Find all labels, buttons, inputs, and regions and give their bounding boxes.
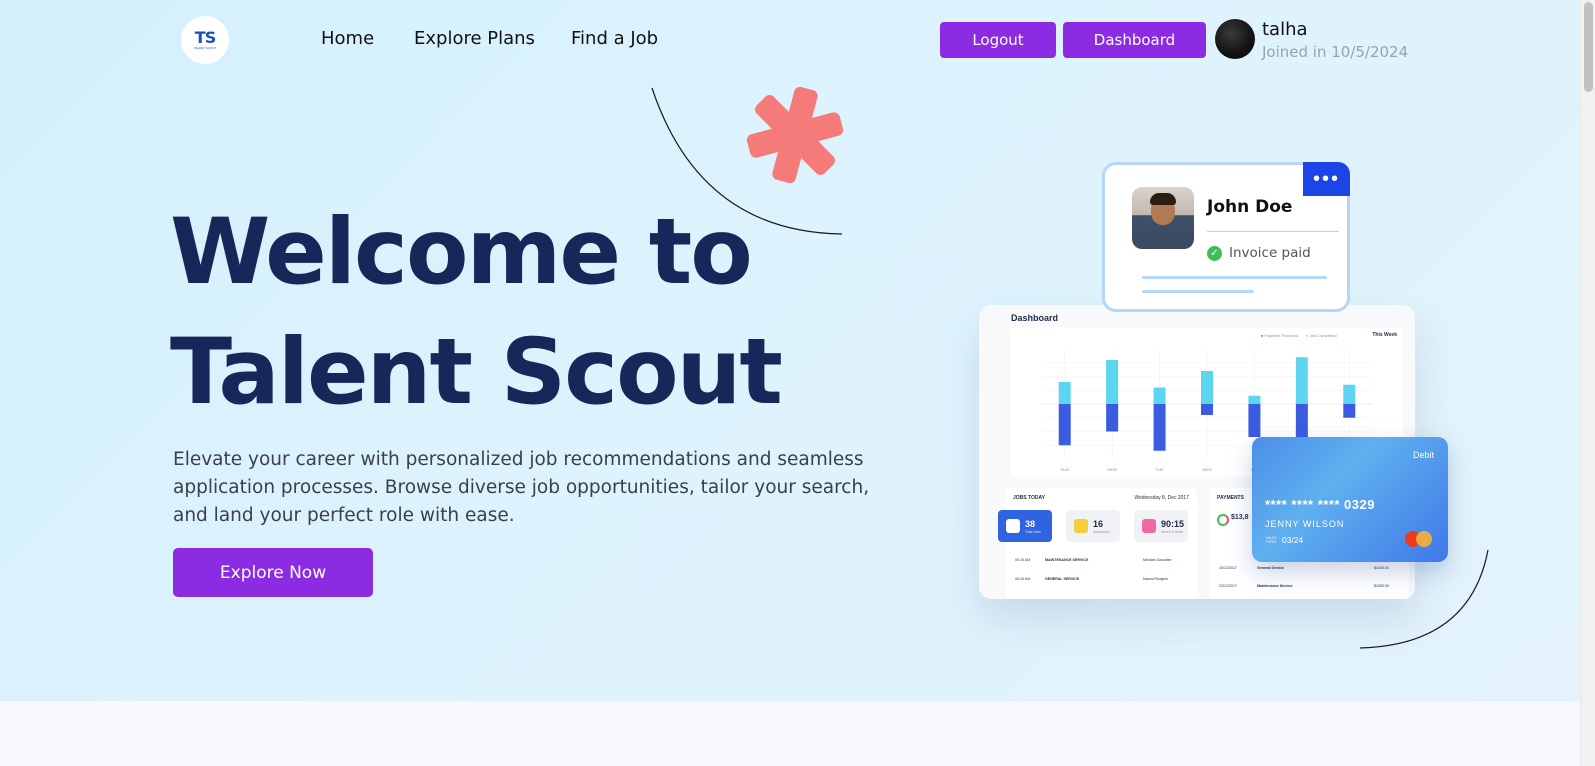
hero-section: TS TALENT SCOUT Home Explore Plans Find … (0, 0, 1580, 701)
user-name: talha (1262, 19, 1308, 40)
calendar-icon (1074, 519, 1088, 533)
profile-card: ••• John Doe ✓ Invoice paid (1102, 162, 1350, 312)
logo-mark: TS (194, 28, 216, 47)
page-title: Welcome to Talent Scout (170, 193, 870, 433)
stat-hours: 90:15 Hours of Work (1134, 510, 1188, 542)
explore-now-button[interactable]: Explore Now (173, 548, 373, 597)
stat-value: 38 (1025, 519, 1036, 529)
site-logo[interactable]: TS TALENT SCOUT (181, 16, 229, 64)
hero-description: Elevate your career with personalized jo… (173, 449, 870, 526)
jobs-today-panel: JOBS TODAY Wednesday 8, Dec 2017 38 Tota… (998, 488, 1197, 599)
check-icon: ✓ (1207, 245, 1222, 261)
nav-find-a-job-link[interactable]: Find a Job (571, 28, 658, 49)
nav-explore-plans-link[interactable]: Explore Plans (414, 28, 535, 49)
payments-heading: PAYMENTS (1217, 495, 1244, 501)
asterisk-shape (746, 86, 844, 184)
stat-scheduled: 16 Scheduled (1066, 510, 1120, 542)
nav-home-link[interactable]: Home (321, 28, 374, 49)
x-tick-label: MON (1107, 467, 1116, 472)
scrollbar[interactable] (1580, 0, 1595, 766)
title-line-2: Talent Scout (170, 320, 783, 425)
bar-job-completed (1201, 404, 1213, 415)
bar-payment-received (1201, 371, 1213, 404)
card-expiry: 03/24 (1282, 535, 1304, 545)
x-tick-label: WED (1202, 467, 1211, 472)
chart-legend: ● Payment Received ● Job Completed (1261, 333, 1337, 338)
stat-value: 16 (1093, 519, 1104, 529)
logout-button[interactable]: Logout (940, 22, 1056, 58)
chart-period: This Week (1372, 332, 1397, 338)
logo-tagline: TALENT SCOUT (193, 46, 217, 50)
invoice-text: Invoice paid (1229, 245, 1311, 261)
title-line-1: Welcome to (170, 200, 753, 305)
x-tick-label: SUN (1060, 467, 1069, 472)
bar-payment-received (1248, 395, 1261, 404)
dashboard-button[interactable]: Dashboard (1063, 22, 1206, 58)
bar-payment-received (1343, 384, 1356, 404)
more-icon: ••• (1303, 162, 1350, 196)
clock-icon (1142, 519, 1156, 533)
placeholder-line (1142, 290, 1254, 293)
card-number: **** **** **** 0329 (1265, 497, 1375, 512)
bar-job-completed (1058, 404, 1071, 446)
bar-payment-received (1058, 382, 1071, 404)
bar-job-completed (1153, 404, 1166, 451)
divider (1207, 231, 1339, 232)
bar-payment-received (1295, 357, 1308, 404)
bar-payment-received (1106, 360, 1119, 404)
card-holder: JENNY WILSON (1265, 519, 1345, 529)
legend-item: ● Payment Received (1261, 333, 1299, 338)
card-valid-label: VALID THRU (1265, 535, 1277, 544)
donut-icon (1217, 514, 1229, 526)
jobs-date: Wednesday 8, Dec 2017 (1134, 495, 1189, 501)
stat-label: Total Jobs (1025, 530, 1041, 534)
placeholder-line (1142, 276, 1327, 279)
scrollbar-thumb[interactable] (1584, 2, 1593, 92)
stat-value: 90:15 (1161, 519, 1185, 529)
payments-amount: $13,8 (1231, 514, 1249, 521)
user-joined-date: Joined in 10/5/2024 (1262, 43, 1409, 61)
dashboard-title: Dashboard (1011, 313, 1059, 323)
avatar[interactable] (1215, 19, 1255, 59)
card-type: Debit (1412, 450, 1434, 460)
bar-payment-received (1153, 387, 1166, 404)
bar-job-completed (1248, 404, 1261, 437)
bar-job-completed (1343, 404, 1356, 418)
profile-name: John Doe (1207, 197, 1293, 217)
next-section (0, 701, 1580, 766)
stat-label: Hours of Work (1161, 530, 1184, 534)
invoice-status: ✓ Invoice paid (1207, 245, 1311, 261)
profile-photo (1132, 187, 1194, 249)
jobs-heading: JOBS TODAY (1013, 495, 1045, 501)
x-tick-label: TUE (1156, 467, 1164, 472)
debit-card: Debit **** **** **** 0329 JENNY WILSON V… (1252, 437, 1448, 562)
stat-total-jobs: 38 Total Jobs (998, 510, 1052, 542)
legend-item: ● Job Completed (1306, 333, 1337, 338)
mastercard-icon (1405, 531, 1433, 547)
stat-label: Scheduled (1093, 530, 1110, 534)
briefcase-icon (1006, 519, 1020, 533)
bar-job-completed (1106, 404, 1119, 432)
